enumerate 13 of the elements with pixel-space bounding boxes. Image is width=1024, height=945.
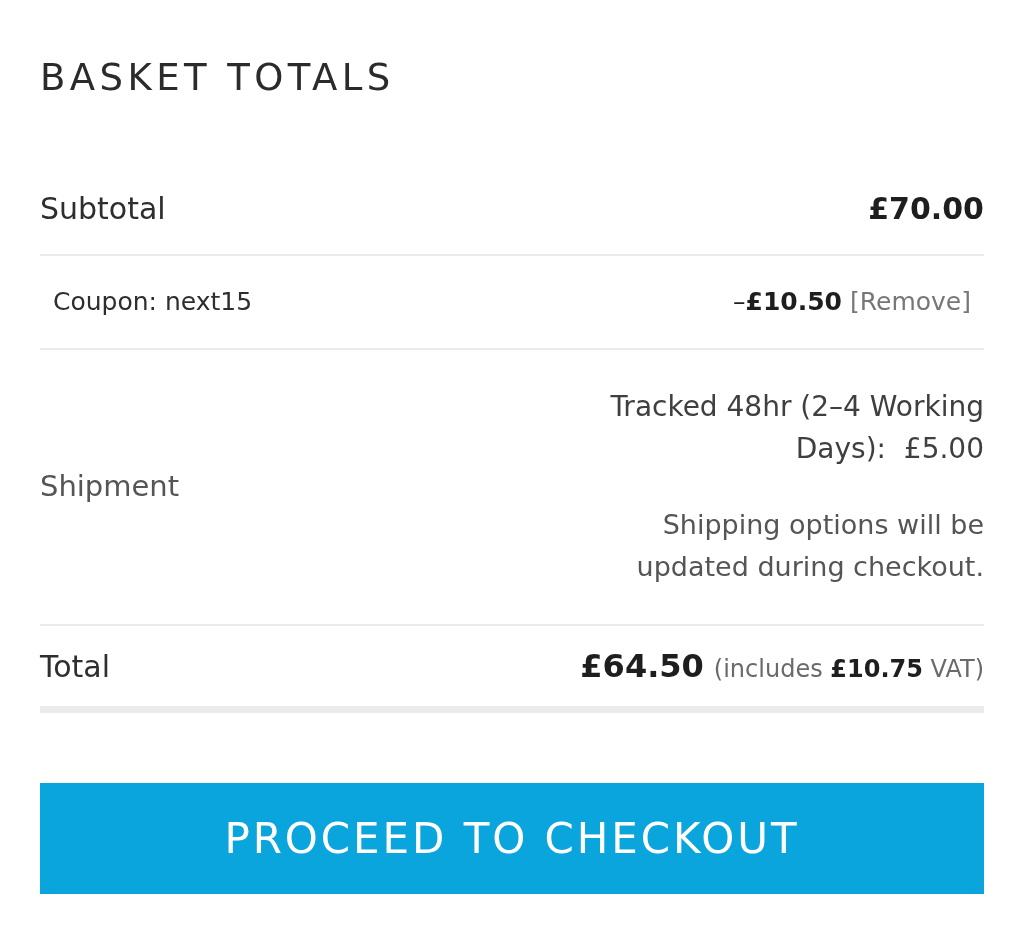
page-title: BASKET TOTALS bbox=[40, 55, 395, 101]
subtotal-amount: £70.00 bbox=[868, 190, 984, 228]
vat-note: (includes £10.75 VAT) bbox=[713, 654, 984, 685]
subtotal-label: Subtotal bbox=[40, 190, 166, 228]
shipment-label: Shipment bbox=[40, 468, 180, 506]
total-amount: £64.50 bbox=[580, 646, 704, 687]
coupon-discount: –£10.50 bbox=[733, 286, 843, 319]
remove-coupon-link[interactable]: [Remove] bbox=[850, 283, 971, 321]
coupon-label: Coupon: next15 bbox=[53, 286, 253, 319]
total-label: Total bbox=[40, 647, 111, 686]
shipping-method: Tracked 48hr (2–4 Working Days): £5.00 bbox=[609, 389, 984, 467]
checkout-button[interactable]: PROCEED TO CHECKOUT bbox=[40, 783, 984, 894]
shipping-note: Shipping options will be updated during checkout. bbox=[635, 508, 984, 584]
